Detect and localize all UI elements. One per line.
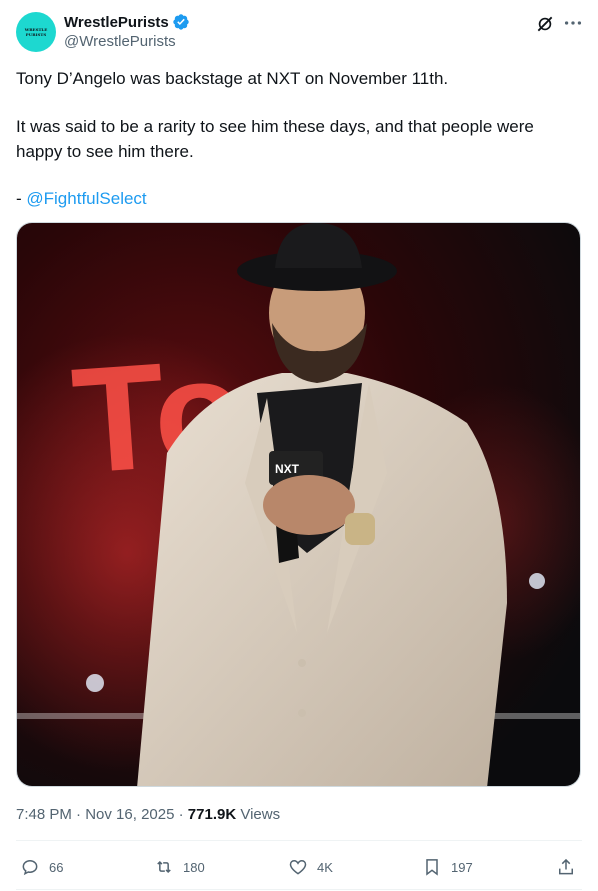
tweet-text-line: happy to see him there. — [16, 142, 194, 161]
bookmark-icon — [426, 859, 438, 876]
reply-button[interactable]: 66 — [20, 850, 63, 884]
tweet-text-line: Tony D’Angelo was backstage at NXT on No… — [16, 69, 449, 88]
author-name-row: WrestlePurists — [64, 13, 190, 31]
mention-link[interactable]: @FightfulSelect — [26, 189, 146, 208]
views-label: Views — [240, 806, 281, 823]
author-handle[interactable]: @WrestlePurists — [64, 33, 176, 50]
bookmark-button[interactable]: 197 — [422, 850, 473, 884]
verified-badge-icon — [173, 14, 189, 30]
tweet-text-line: It was said to be a rarity to see him th… — [16, 117, 534, 136]
like-icon — [289, 859, 307, 875]
like-button[interactable]: 4K — [288, 850, 333, 884]
divider — [16, 840, 582, 841]
like-count: 4K — [317, 859, 333, 875]
tweet-photo[interactable]: Ton NXT — [16, 222, 581, 787]
bookmark-count: 197 — [451, 859, 473, 875]
avatar[interactable]: WRESTLE PURISTS — [16, 12, 56, 52]
share-icon — [559, 858, 573, 875]
post-time[interactable]: 7:48 PM — [16, 806, 72, 823]
repost-button[interactable]: 180 — [154, 850, 205, 884]
mic-flag-label: NXT — [275, 462, 300, 476]
photo-illustration: Ton NXT — [17, 223, 580, 786]
source-prefix: - — [16, 189, 27, 208]
reply-count: 66 — [49, 859, 64, 875]
action-bar: 66 180 4K 197 — [16, 850, 582, 884]
share-button[interactable] — [556, 850, 576, 884]
repost-icon — [157, 860, 171, 874]
author-display-name[interactable]: WrestlePurists — [64, 14, 169, 31]
more-icon[interactable] — [562, 13, 584, 33]
separator: · — [174, 806, 188, 823]
avatar-logo-text: WRESTLE PURISTS — [24, 27, 48, 37]
tweet-source: - @FightfulSelect — [16, 187, 147, 211]
grok-icon[interactable] — [535, 14, 555, 34]
separator: · — [71, 806, 86, 823]
repost-count: 180 — [183, 859, 205, 875]
tweet-metadata: 7:48 PM · Nov 16, 2025 · 771.9K Views — [16, 806, 280, 823]
reply-icon — [22, 859, 38, 876]
tweet: WRESTLE PURISTS WrestlePurists @WrestleP… — [0, 0, 598, 891]
views-count: 771.9K — [187, 806, 237, 823]
post-date[interactable]: Nov 16, 2025 — [85, 806, 174, 823]
divider — [16, 889, 582, 890]
